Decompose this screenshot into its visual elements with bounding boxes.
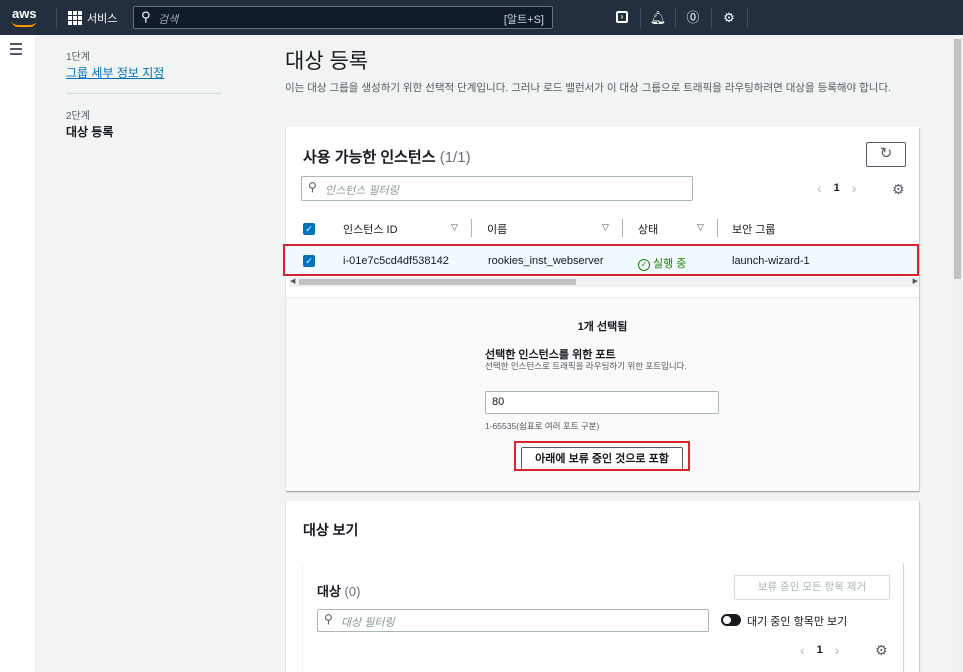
wizard-steps: 1단계 그룹 세부 정보 지정 2단계 대상 등록 xyxy=(36,35,254,672)
nav-divider xyxy=(711,8,712,28)
step-divider xyxy=(66,93,222,94)
search-icon: ⚲ xyxy=(141,9,151,24)
grid-icon xyxy=(68,11,82,25)
targets-pagination: ‹ 1 › xyxy=(800,642,839,658)
instances-pagination: ‹ 1 › xyxy=(817,180,856,196)
targets-count: (0) xyxy=(344,584,361,599)
services-label: 서비스 xyxy=(87,13,118,25)
remove-all-pending-button[interactable]: 보류 중인 모든 항목 제거 xyxy=(734,575,890,600)
prev-page-icon[interactable]: ‹ xyxy=(817,180,822,196)
next-page-icon[interactable]: › xyxy=(852,180,857,196)
target-filter-placeholder: 대상 필터링 xyxy=(341,617,395,629)
step2-current: 대상 등록 xyxy=(66,125,114,139)
search-shortcut: [알트+S] xyxy=(503,14,544,26)
aws-smile-icon xyxy=(12,21,36,27)
aws-logo[interactable]: aws xyxy=(10,6,40,30)
horizontal-scrollbar[interactable]: ◀ ▶ xyxy=(289,277,919,287)
nav-divider xyxy=(675,8,676,28)
refresh-icon: ↻ xyxy=(879,145,893,162)
search-icon: ⚲ xyxy=(308,180,317,194)
column-separator xyxy=(717,219,718,237)
step1-label: 1단계 xyxy=(66,52,90,63)
services-menu-button[interactable]: 서비스 xyxy=(68,9,117,27)
table-settings-icon[interactable]: ⚙ xyxy=(892,181,905,198)
search-icon: ⚲ xyxy=(324,612,333,626)
step2-label: 2단계 xyxy=(66,111,90,122)
available-instances-panel: 사용 가능한 인스턴스 (1/1) ↻ ⚲ 인스턴스 필터링 ‹ 1 › ⚙ ✓… xyxy=(283,127,919,491)
column-security-group[interactable]: 보안 그룹 xyxy=(732,221,776,237)
prev-page-icon[interactable]: ‹ xyxy=(800,642,805,658)
instances-title: 사용 가능한 인스턴스 (1/1) xyxy=(303,146,471,167)
column-name[interactable]: 이름 xyxy=(487,221,507,237)
page-number[interactable]: 1 xyxy=(834,182,840,194)
table-settings-icon[interactable]: ⚙ xyxy=(875,642,888,659)
column-separator xyxy=(471,219,472,237)
table-header: ✓ 인스턴스 ID ▽ 이름 ▽ 상태 ▽ 보안 그룹 xyxy=(286,215,919,243)
next-page-icon[interactable]: › xyxy=(835,642,840,658)
select-all-checkbox[interactable]: ✓ xyxy=(303,223,315,235)
page-number[interactable]: 1 xyxy=(817,644,823,656)
column-status[interactable]: 상태 xyxy=(638,221,658,237)
targets-container: 대상 (0) 보류 중인 모든 항목 제거 ⚲ 대상 필터링 대기 중인 항목만… xyxy=(303,562,903,672)
page-scrollbar[interactable] xyxy=(952,35,963,672)
nav-divider xyxy=(747,8,748,28)
menu-icon[interactable] xyxy=(10,43,22,58)
scroll-right-icon[interactable]: ▶ xyxy=(913,277,918,285)
sort-icon[interactable]: ▽ xyxy=(451,222,458,233)
port-label: 선택한 인스턴스를 위한 포트 xyxy=(485,349,616,361)
instances-title-text: 사용 가능한 인스턴스 xyxy=(303,149,436,166)
review-title: 대상 보기 xyxy=(303,522,359,538)
pending-only-label: 대기 중인 항목만 보기 xyxy=(747,616,848,628)
top-navigation: aws 서비스 ⚲ 검색 [알트+S] › 🔔︎ ⓪ ⚙ xyxy=(0,0,963,35)
port-description: 선택한 인스턴스로 트래픽을 라우팅하기 위한 포트입니다. xyxy=(485,361,687,371)
sort-icon[interactable]: ▽ xyxy=(697,222,704,233)
aws-logo-text: aws xyxy=(12,6,37,21)
review-targets-panel: 대상 보기 대상 (0) 보류 중인 모든 항목 제거 ⚲ 대상 필터링 대기 … xyxy=(286,501,919,672)
column-instance-id[interactable]: 인스턴스 ID xyxy=(343,221,398,237)
nav-divider xyxy=(640,8,641,28)
search-placeholder: 검색 xyxy=(158,14,179,26)
selected-count: 1개 선택됨 xyxy=(577,321,628,333)
bell-icon[interactable]: 🔔︎ xyxy=(649,9,667,27)
port-hint: 1-65535(쉼표로 여러 포트 구분) xyxy=(485,421,600,431)
instance-filter-placeholder: 인스턴스 필터링 xyxy=(325,185,399,197)
highlight-box xyxy=(514,441,690,471)
page-description: 이는 대상 그룹을 생성하기 위한 선택적 단계입니다. 그러나 로드 밸런서가… xyxy=(285,82,892,94)
help-icon[interactable]: ⓪ xyxy=(684,9,702,27)
sort-icon[interactable]: ▽ xyxy=(602,222,609,233)
instances-count: (1/1) xyxy=(439,149,471,166)
nav-divider xyxy=(56,8,57,28)
global-search-input[interactable]: ⚲ 검색 [알트+S] xyxy=(133,6,553,29)
instance-filter-input[interactable]: ⚲ 인스턴스 필터링 xyxy=(301,176,693,201)
port-input[interactable]: 80 xyxy=(485,391,719,414)
target-filter-input[interactable]: ⚲ 대상 필터링 xyxy=(317,609,709,632)
gear-icon[interactable]: ⚙ xyxy=(720,9,738,27)
left-rail xyxy=(0,35,36,672)
selection-area: 1개 선택됨 선택한 인스턴스를 위한 포트 선택한 인스턴스로 트래픽을 라우… xyxy=(286,297,919,491)
pending-only-toggle[interactable] xyxy=(721,614,741,626)
targets-title: 대상 (0) xyxy=(317,581,360,600)
refresh-button[interactable]: ↻ xyxy=(866,142,906,167)
column-separator xyxy=(622,219,623,237)
page-scrollbar-thumb[interactable] xyxy=(954,39,961,279)
scroll-left-icon[interactable]: ◀ xyxy=(290,277,295,285)
highlight-box xyxy=(283,244,919,276)
scrollbar-thumb[interactable] xyxy=(299,279,576,285)
page-title: 대상 등록 xyxy=(285,50,369,73)
step1-link[interactable]: 그룹 세부 정보 지정 xyxy=(66,64,164,81)
targets-title-text: 대상 xyxy=(317,584,341,599)
terminal-icon[interactable]: › xyxy=(616,11,628,23)
